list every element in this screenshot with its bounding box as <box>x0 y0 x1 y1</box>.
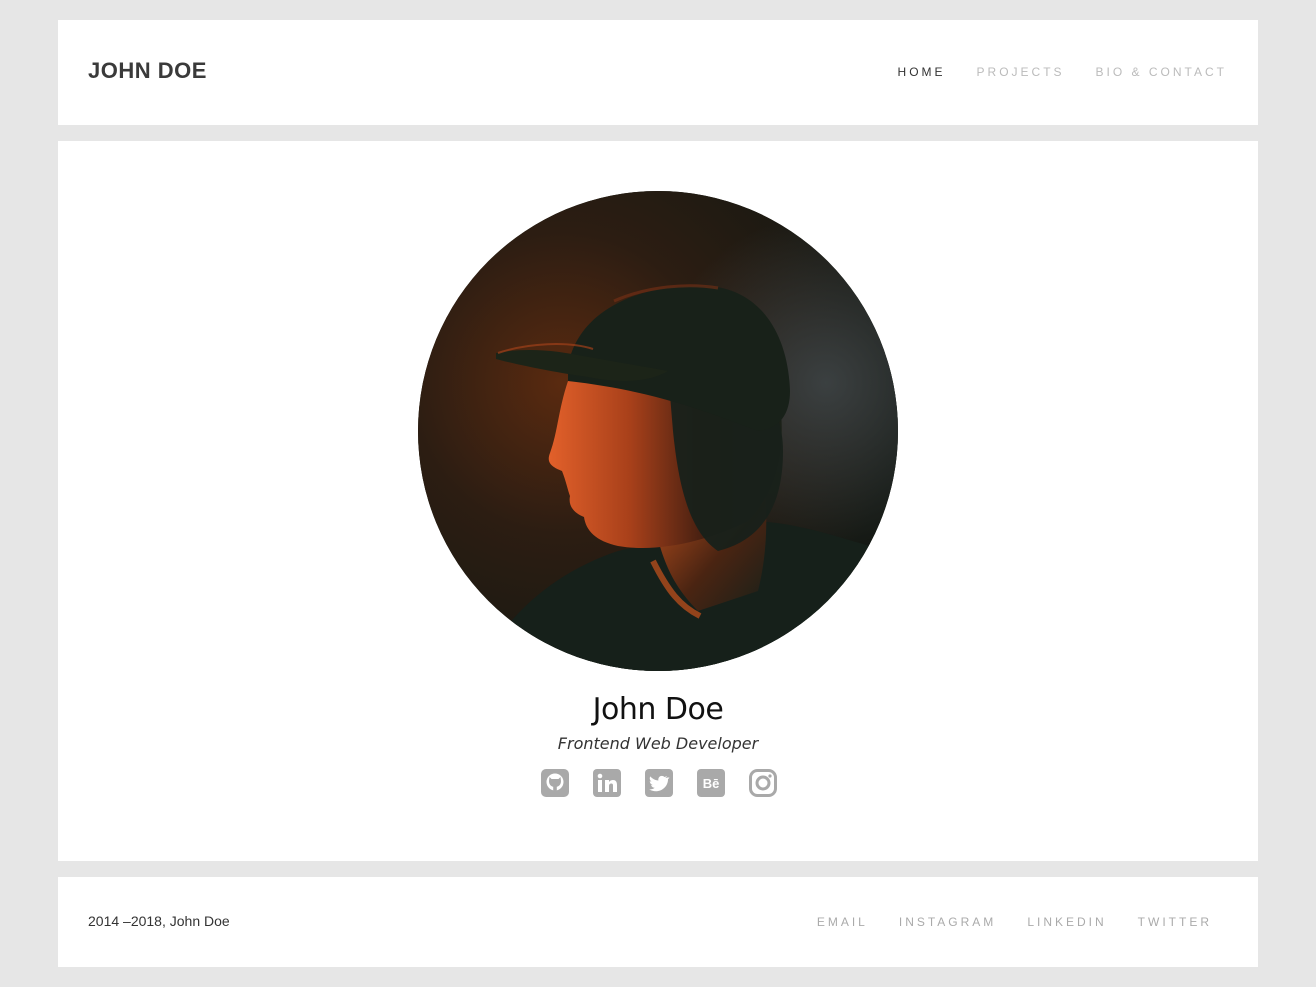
profile-name: John Doe <box>592 692 724 727</box>
footer-links: EMAIL INSTAGRAM LINKEDIN TWITTER <box>817 915 1212 929</box>
footer-link-twitter[interactable]: TWITTER <box>1138 915 1212 929</box>
footer-link-instagram[interactable]: INSTAGRAM <box>899 915 996 929</box>
nav-projects[interactable]: PROJECTS <box>977 65 1065 79</box>
social-icons: Bē <box>540 768 778 798</box>
github-icon[interactable] <box>540 768 570 798</box>
copyright-text: 2014 –2018, John Doe <box>88 913 230 929</box>
main-content: John Doe Frontend Web Developer Bē <box>58 141 1258 861</box>
site-header: JOHN DOE HOME PROJECTS BIO & CONTACT <box>58 20 1258 125</box>
main-nav: HOME PROJECTS BIO & CONTACT <box>898 65 1227 79</box>
nav-home[interactable]: HOME <box>898 65 946 79</box>
footer-link-email[interactable]: EMAIL <box>817 915 868 929</box>
site-footer: 2014 –2018, John Doe EMAIL INSTAGRAM LIN… <box>58 877 1258 967</box>
nav-bio-contact[interactable]: BIO & CONTACT <box>1096 65 1227 79</box>
instagram-icon[interactable] <box>748 768 778 798</box>
footer-link-linkedin[interactable]: LINKEDIN <box>1027 915 1106 929</box>
twitter-icon[interactable] <box>644 768 674 798</box>
linkedin-icon[interactable] <box>592 768 622 798</box>
svg-text:Bē: Bē <box>703 776 720 791</box>
profile-role: Frontend Web Developer <box>557 734 759 753</box>
site-logo[interactable]: JOHN DOE <box>88 58 207 84</box>
behance-icon[interactable]: Bē <box>696 768 726 798</box>
profile-photo <box>418 191 898 671</box>
